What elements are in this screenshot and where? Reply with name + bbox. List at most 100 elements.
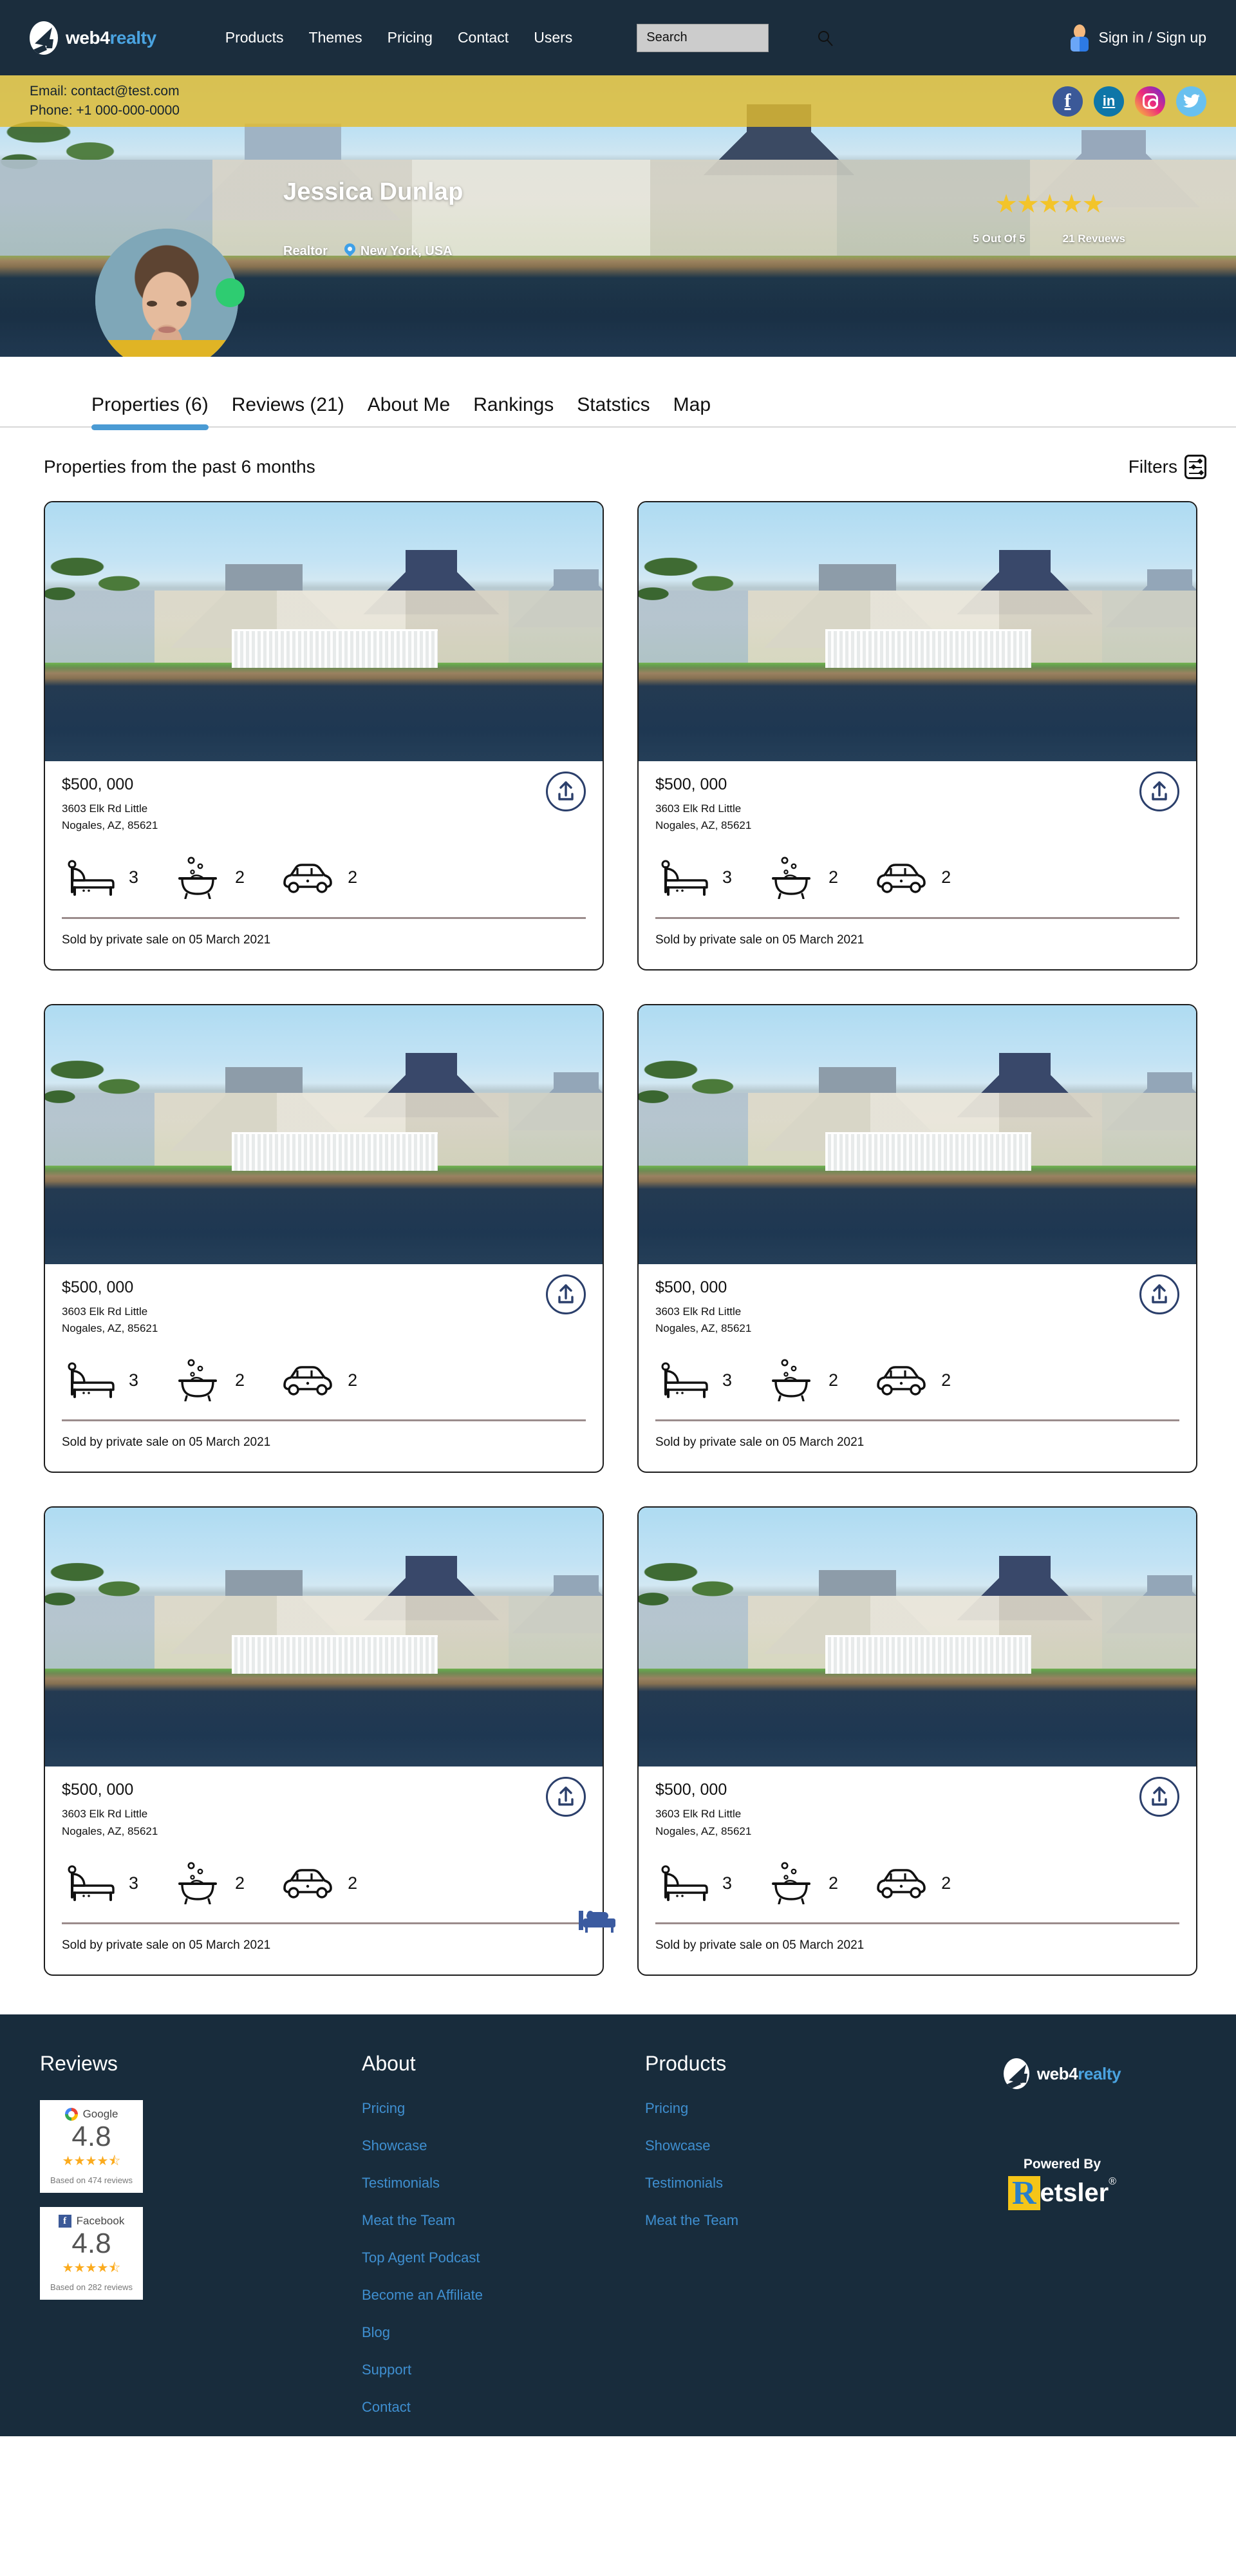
facebook-icon[interactable]: f: [1053, 86, 1083, 117]
google-review-score: 4.8: [71, 2121, 111, 2153]
spec-bedrooms: 3: [67, 858, 174, 897]
property-address-line2: Nogales, AZ, 85621: [655, 1824, 752, 1837]
nav-link-contact[interactable]: Contact: [458, 29, 509, 46]
google-review-source: Google: [82, 2108, 118, 2121]
facebook-review-count: Based on 282 reviews: [50, 2282, 133, 2293]
property-price: $500, 000: [62, 1781, 134, 1799]
footer-about-link-support[interactable]: Support: [362, 2362, 645, 2378]
footer-products-link-pricing[interactable]: Pricing: [645, 2100, 928, 2117]
signin-signup-button[interactable]: Sign in / Sign up: [1069, 24, 1206, 52]
property-card[interactable]: $500, 000 3603 Elk Rd Little Nogales, AZ…: [637, 501, 1197, 971]
property-address-line2: Nogales, AZ, 85621: [62, 819, 158, 832]
share-upload-icon[interactable]: [1139, 772, 1179, 811]
tab-reviews[interactable]: Reviews (21): [232, 394, 344, 426]
footer-about-link-become-an-affiliate[interactable]: Become an Affiliate: [362, 2287, 645, 2304]
property-photo[interactable]: [45, 1005, 603, 1264]
page-title: Properties from the past 6 months: [44, 457, 315, 477]
brand-wordmark: web4realty: [66, 28, 156, 48]
google-review-count: Based on 474 reviews: [50, 2175, 133, 2186]
property-photo[interactable]: [639, 1508, 1196, 1767]
nav-link-users[interactable]: Users: [534, 29, 572, 46]
property-photo[interactable]: [639, 502, 1196, 761]
filter-sliders-icon[interactable]: [1184, 455, 1206, 479]
search-input[interactable]: [646, 30, 818, 45]
instagram-icon[interactable]: [1135, 86, 1165, 117]
search-box[interactable]: [637, 23, 834, 52]
property-card[interactable]: $500, 000 3603 Elk Rd Little Nogales, AZ…: [44, 1003, 604, 1473]
bedrooms-count: 3: [129, 867, 139, 887]
footer-logo[interactable]: web4realty: [1003, 2058, 1121, 2090]
footer-reviews-column: Reviews Google 4.8 ★★★★⯪ Based on 474 re…: [40, 2052, 362, 2436]
footer-about-link-meat-the-team[interactable]: Meat the Team: [362, 2212, 645, 2229]
property-address-line1: 3603 Elk Rd Little: [655, 1305, 742, 1318]
google-review-stars: ★★★★⯪: [62, 2154, 121, 2169]
user-avatar-icon: [1069, 24, 1090, 52]
filters-button[interactable]: Filters: [1128, 455, 1206, 479]
property-card-grid: $500, 000 3603 Elk Rd Little Nogales, AZ…: [0, 479, 1236, 2014]
spec-bedrooms: 3: [67, 1361, 174, 1399]
filters-label: Filters: [1128, 457, 1177, 477]
property-card[interactable]: $500, 000 3603 Elk Rd Little Nogales, AZ…: [44, 1506, 604, 1976]
palm-tree-decoration: [45, 1546, 167, 1656]
share-upload-icon[interactable]: [1139, 1274, 1179, 1314]
nav-link-products[interactable]: Products: [225, 29, 284, 46]
property-specs: 3 2 2: [660, 1862, 1179, 1905]
web4realty-logo-icon: [30, 21, 58, 55]
online-status-dot: [216, 278, 245, 307]
nav-link-pricing[interactable]: Pricing: [388, 29, 433, 46]
tab-statistics[interactable]: Statstics: [577, 394, 650, 426]
property-card[interactable]: $500, 000 3603 Elk Rd Little Nogales, AZ…: [637, 1506, 1197, 1976]
bathrooms-count: 2: [235, 1873, 245, 1893]
twitter-icon[interactable]: [1176, 86, 1206, 117]
footer-about-link-contact[interactable]: Contact: [362, 2399, 645, 2416]
footer-about-link-top-agent-podcast[interactable]: Top Agent Podcast: [362, 2249, 645, 2266]
property-price: $500, 000: [655, 1278, 727, 1296]
share-upload-icon[interactable]: [546, 772, 586, 811]
footer-about-link-blog[interactable]: Blog: [362, 2324, 645, 2341]
footer-about-link-pricing[interactable]: Pricing: [362, 2100, 645, 2117]
linkedin-icon[interactable]: in: [1094, 86, 1124, 117]
spec-bathrooms: 2: [174, 1359, 281, 1402]
property-card[interactable]: $500, 000 3603 Elk Rd Little Nogales, AZ…: [637, 1003, 1197, 1473]
rating-reviews-count: 21 Revuews: [1062, 232, 1125, 245]
spec-parking: 2: [281, 1363, 357, 1397]
car-icon: [283, 1869, 332, 1899]
contact-info-bar: Email: contact@test.com Phone: +1 000-00…: [0, 75, 1236, 127]
footer-products-link-showcase[interactable]: Showcase: [645, 2137, 928, 2154]
bed-icon: [661, 1865, 708, 1902]
tab-rankings[interactable]: Rankings: [473, 394, 554, 426]
nav-link-themes[interactable]: Themes: [309, 29, 362, 46]
share-upload-icon[interactable]: [1139, 1777, 1179, 1817]
bed-icon: [68, 860, 115, 896]
deck-decoration: [232, 1634, 438, 1674]
property-address-line2: Nogales, AZ, 85621: [655, 1322, 752, 1335]
car-icon: [283, 863, 332, 893]
site-footer: Reviews Google 4.8 ★★★★⯪ Based on 474 re…: [0, 2014, 1236, 2437]
agent-hero-banner: Email: contact@test.com Phone: +1 000-00…: [0, 75, 1236, 357]
property-photo[interactable]: [45, 502, 603, 761]
property-specs: 3 2 2: [660, 857, 1179, 899]
spec-bathrooms: 2: [768, 1862, 874, 1905]
property-card[interactable]: $500, 000 3603 Elk Rd Little Nogales, AZ…: [44, 501, 604, 971]
footer-about-link-showcase[interactable]: Showcase: [362, 2137, 645, 2154]
property-photo[interactable]: [639, 1005, 1196, 1264]
spec-bedrooms: 3: [660, 1361, 768, 1399]
powered-by-label: Powered By: [1023, 2157, 1101, 2172]
tab-about-me[interactable]: About Me: [368, 394, 450, 426]
parking-count: 2: [941, 867, 951, 887]
property-photo[interactable]: [45, 1508, 603, 1767]
share-upload-icon[interactable]: [546, 1777, 586, 1817]
footer-products-link-meat-the-team[interactable]: Meat the Team: [645, 2212, 928, 2229]
tab-map[interactable]: Map: [673, 394, 711, 426]
property-address-line1: 3603 Elk Rd Little: [62, 1808, 148, 1821]
share-upload-icon[interactable]: [546, 1274, 586, 1314]
search-icon[interactable]: [817, 30, 834, 46]
agent-location: New York, USA: [360, 243, 453, 258]
bedrooms-count: 3: [129, 1370, 139, 1390]
site-logo[interactable]: web4realty: [30, 21, 156, 55]
footer-products-link-testimonials[interactable]: Testimonials: [645, 2175, 928, 2192]
tab-properties[interactable]: Properties (6): [91, 394, 209, 430]
footer-about-link-testimonials[interactable]: Testimonials: [362, 2175, 645, 2192]
parking-count: 2: [348, 867, 358, 887]
spec-parking: 2: [874, 861, 951, 895]
